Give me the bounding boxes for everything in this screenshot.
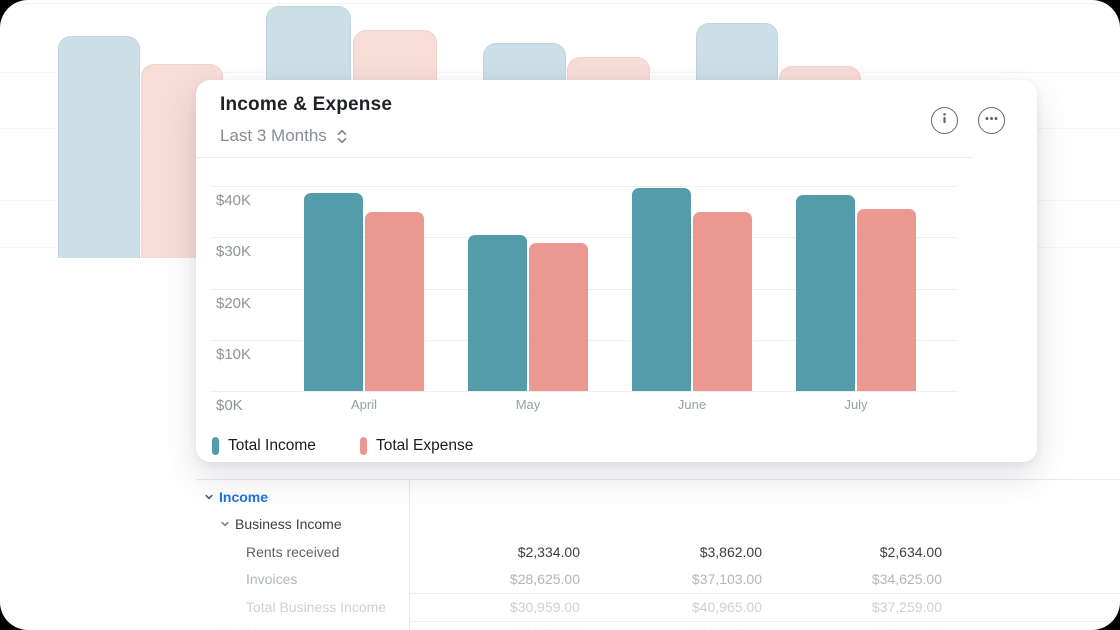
legend-swatch — [212, 437, 219, 455]
y-axis-tick: $20K — [216, 295, 252, 312]
income-expense-card: Income & Expense Last 3 Months $40K $30K… — [196, 80, 1037, 462]
legend-label: Total Expense — [376, 437, 474, 454]
gridline — [210, 391, 958, 392]
x-axis-label: June — [677, 397, 707, 412]
bar-chart: $40K $30K $20K $10K $0K April May June July Total… — [196, 80, 1037, 462]
background-gridline — [0, 3, 1120, 4]
y-axis-tick: $30K — [216, 243, 252, 260]
row-value: $2,334.00 — [517, 543, 580, 560]
app-canvas: Income & Expense Last 3 Months $40K $30K… — [0, 0, 1120, 630]
row-value: $2,634.00 — [879, 543, 942, 560]
chevron-down-icon — [220, 519, 230, 529]
legend-item-total-expense[interactable]: Total Expense — [360, 437, 473, 455]
row-label: Income — [219, 488, 269, 505]
x-axis-label: July — [844, 397, 868, 412]
row-value: $34,625.00 — [871, 571, 942, 588]
row-value: $30,959.00 — [509, 598, 580, 615]
x-axis-label: May — [515, 397, 541, 412]
table-row-total-income: Total Income $30,959.00 $40,965.00 $37,259.… — [196, 620, 1120, 630]
bar-expense-may — [529, 242, 588, 391]
gridline — [210, 186, 958, 187]
bar-income-july — [796, 195, 855, 391]
legend-swatch — [360, 437, 367, 455]
row-value: $37,259.00 — [792, 626, 942, 630]
table-row-invoices: Invoices $28,625.00 $37,103.00 $34,625.00 — [196, 566, 1120, 594]
x-axis-label: April — [350, 397, 377, 412]
row-label: Business Income — [235, 516, 342, 533]
row-value: $37,103.00 — [691, 571, 762, 588]
bar-expense-april — [365, 212, 424, 391]
row-value: $3,862.00 — [699, 543, 762, 560]
row-label: Rents received — [246, 543, 340, 560]
row-divider — [410, 593, 1120, 594]
row-value: $40,965.00 — [691, 598, 762, 615]
table-row-rents-received: Rents received $2,334.00 $3,862.00 $2,634.0… — [196, 538, 1120, 566]
y-axis-tick: $10K — [216, 346, 252, 363]
bar-income-may — [468, 235, 527, 391]
background-bar-income — [58, 36, 140, 258]
bar-expense-july — [857, 209, 916, 391]
income-table: Income Business Income Rents received $2,33… — [196, 479, 1120, 630]
row-label: Total Business Income — [246, 598, 387, 615]
chevron-down-icon — [204, 492, 214, 502]
bar-expense-june — [693, 211, 752, 391]
row-value: $40,965.00 — [612, 626, 762, 630]
row-value: $37,259.00 — [871, 598, 942, 615]
legend-item-total-income[interactable]: Total Income — [212, 437, 316, 455]
table-row-income[interactable]: Income — [196, 483, 1120, 511]
row-value: $30,959.00 — [430, 626, 580, 630]
bar-income-june — [632, 187, 691, 391]
legend-label: Total Income — [228, 437, 316, 454]
row-value: $28,625.00 — [509, 571, 580, 588]
table-row-business-income[interactable]: Business Income — [196, 511, 1120, 539]
row-label: Invoices — [246, 571, 298, 588]
row-divider — [410, 620, 1120, 622]
row-label: Total Income — [220, 626, 299, 630]
bar-income-april — [304, 193, 363, 391]
table-row-total-business-income: Total Business Income $30,959.00 $40,965.0… — [196, 593, 1120, 621]
y-axis-tick: $40K — [216, 192, 252, 209]
y-axis-tick: $0K — [216, 397, 243, 414]
